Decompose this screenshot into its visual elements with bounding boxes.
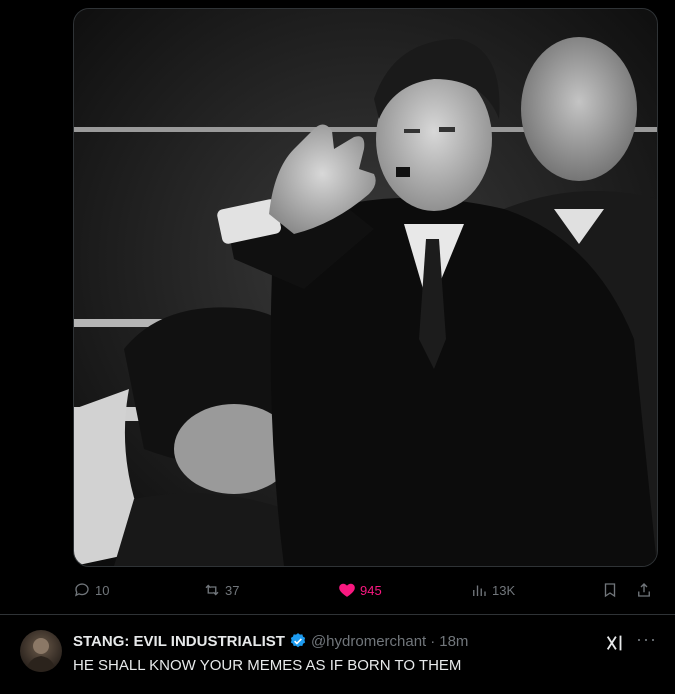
share-icon bbox=[638, 583, 650, 597]
timestamp[interactable]: 18m bbox=[439, 633, 468, 650]
reply-text: HE SHALL KNOW YOUR MEMES AS IF BORN TO T… bbox=[73, 657, 462, 674]
reply-post[interactable]: STANG: EVIL INDUSTRIALIST @hydromerchant… bbox=[0, 615, 675, 694]
bookmark-button[interactable] bbox=[601, 578, 619, 602]
avatar[interactable] bbox=[20, 630, 62, 672]
reply-bubble-icon bbox=[74, 583, 89, 597]
verified-badge-icon bbox=[290, 633, 306, 648]
views-button[interactable]: 13K bbox=[470, 578, 515, 602]
more-icon: ··· bbox=[636, 629, 657, 649]
grok-icon bbox=[606, 635, 622, 651]
like-button[interactable]: 945 bbox=[338, 578, 382, 602]
like-count: 945 bbox=[360, 582, 382, 598]
display-name[interactable]: STANG: EVIL INDUSTRIALIST bbox=[73, 633, 285, 650]
grok-button[interactable] bbox=[604, 632, 626, 654]
more-button[interactable]: ··· bbox=[636, 629, 658, 651]
reply-button[interactable]: 10 bbox=[73, 578, 109, 602]
repost-button[interactable]: 37 bbox=[203, 578, 239, 602]
repost-icon bbox=[205, 584, 219, 596]
photo-illustration bbox=[74, 9, 657, 566]
user-handle[interactable]: @hydromerchant bbox=[311, 633, 426, 650]
separator-dot: · bbox=[430, 632, 436, 650]
avatar-illustration bbox=[26, 638, 56, 672]
bar-chart-icon bbox=[473, 585, 486, 596]
reply-header: STANG: EVIL INDUSTRIALIST @hydromerchant… bbox=[73, 632, 468, 650]
share-button[interactable] bbox=[635, 578, 653, 602]
reply-count: 10 bbox=[95, 582, 110, 598]
post-action-bar: 10 37 945 13K bbox=[73, 578, 656, 602]
repost-count: 37 bbox=[225, 582, 240, 598]
heart-icon bbox=[339, 583, 355, 597]
view-count: 13K bbox=[492, 582, 516, 598]
post-media-image[interactable] bbox=[73, 8, 658, 567]
bookmark-icon bbox=[604, 583, 616, 598]
